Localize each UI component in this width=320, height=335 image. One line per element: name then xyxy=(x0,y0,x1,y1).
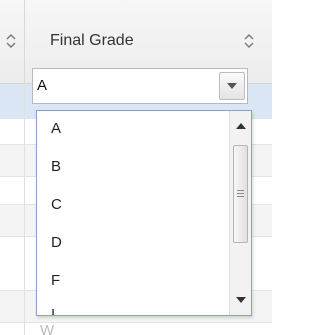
grip-icon xyxy=(237,190,244,199)
final-grade-column-title[interactable]: Final Grade xyxy=(50,30,134,52)
option-b[interactable]: B xyxy=(51,157,61,177)
column-divider[interactable] xyxy=(24,0,25,84)
option-c[interactable]: C xyxy=(51,195,62,215)
dropdown-toggle-button[interactable] xyxy=(219,72,245,100)
column-divider xyxy=(24,84,25,335)
option-f[interactable]: F xyxy=(51,271,60,291)
chevron-down-icon xyxy=(227,83,237,89)
row-cell-text: W xyxy=(40,322,55,335)
option-a[interactable]: A xyxy=(51,119,61,139)
option-d[interactable]: D xyxy=(51,233,62,253)
scroll-thumb[interactable] xyxy=(233,145,248,243)
final-grade-combobox[interactable]: A xyxy=(32,68,248,104)
scroll-up-arrow-icon[interactable] xyxy=(236,123,246,129)
scroll-down-arrow-icon[interactable] xyxy=(236,297,246,303)
dropdown-scrollbar[interactable] xyxy=(229,111,251,315)
sort-updown-icon[interactable] xyxy=(4,30,18,52)
option-i[interactable]: I xyxy=(51,307,55,315)
grade-dropdown-list[interactable]: A B C D F I xyxy=(36,110,252,316)
combobox-value: A xyxy=(37,77,48,94)
sort-updown-icon[interactable] xyxy=(242,30,256,52)
